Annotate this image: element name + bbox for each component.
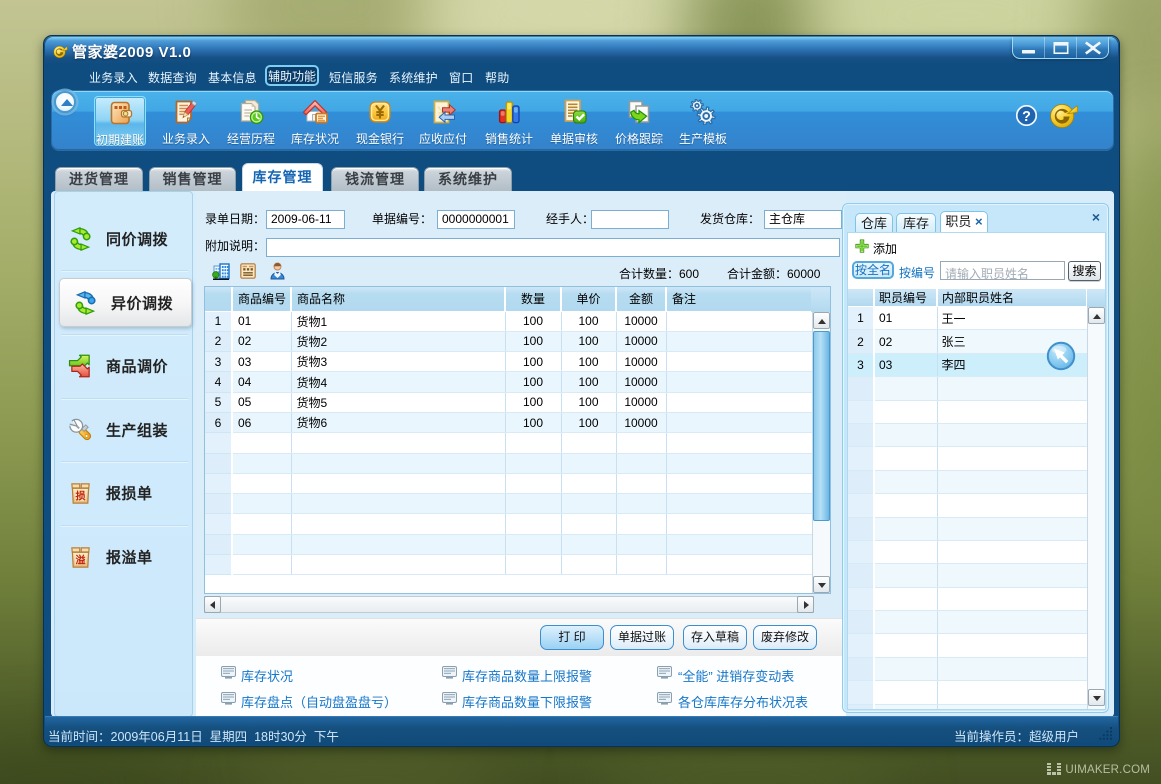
svg-text:损: 损 [75,490,85,503]
svg-text:溢: 溢 [75,553,85,566]
svg-text:?: ? [1022,109,1031,125]
